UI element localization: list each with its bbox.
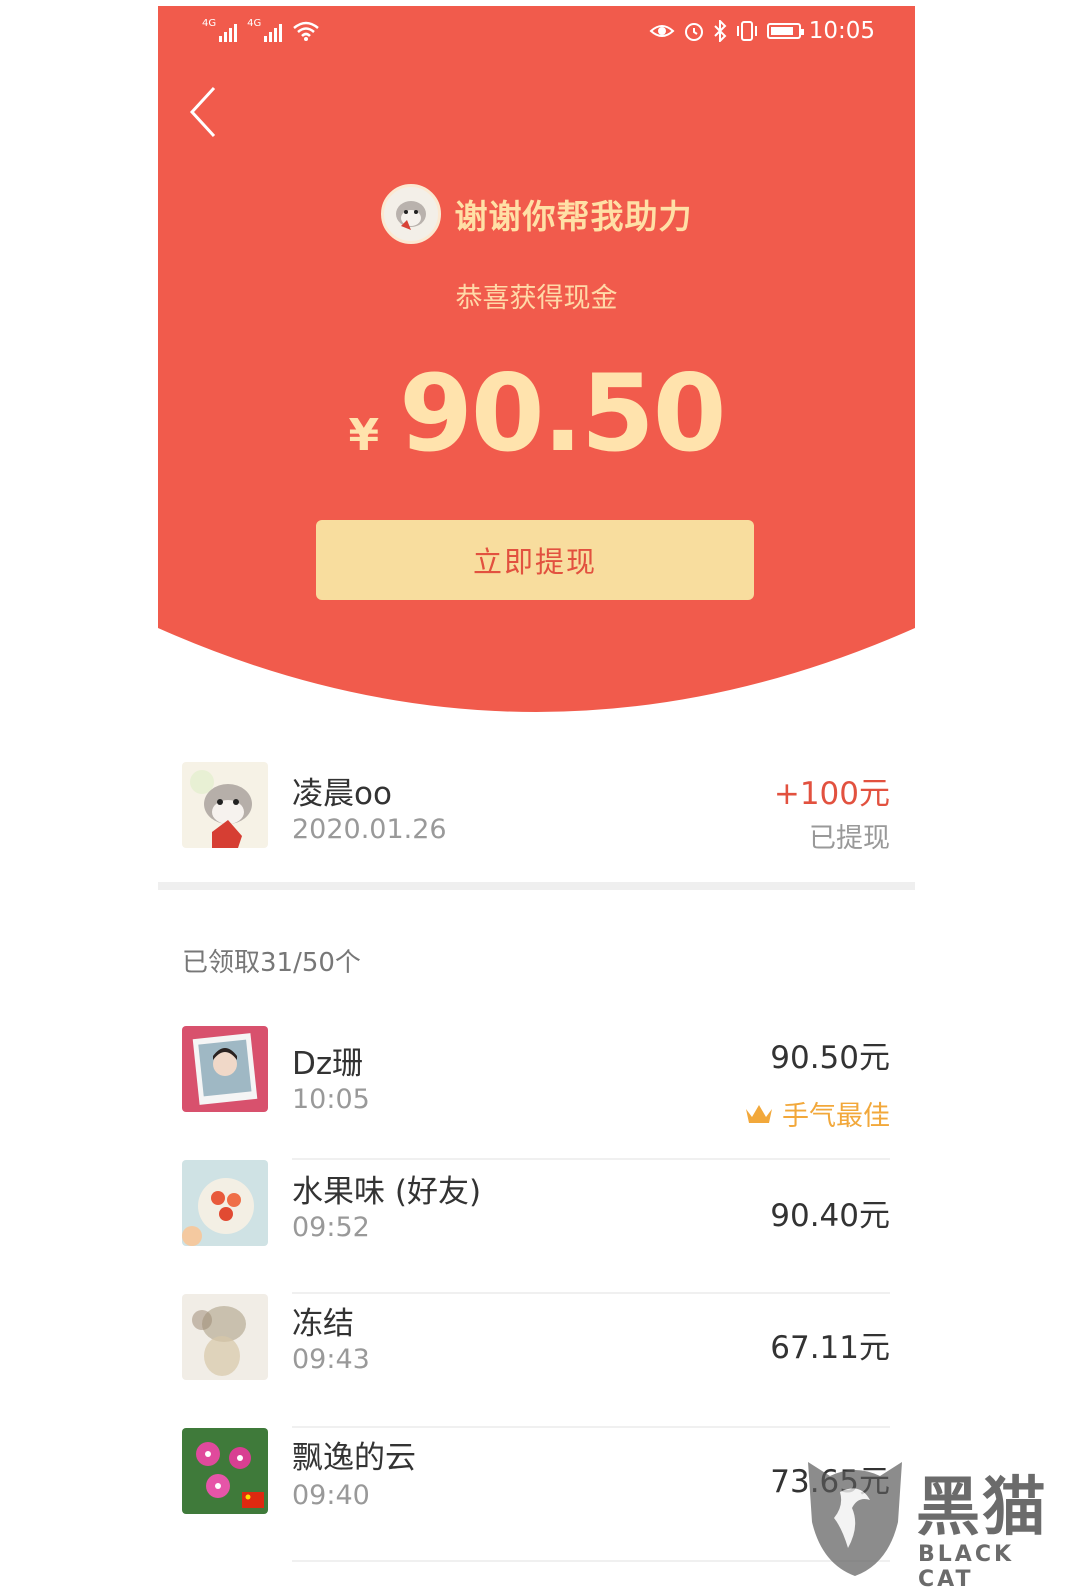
list-item-time: 09:52 <box>292 1212 370 1243</box>
list-item-time: 10:05 <box>292 1084 370 1115</box>
blackcat-watermark: 黑猫 BLACK CAT <box>800 1452 1080 1592</box>
bluetooth-icon <box>713 20 727 42</box>
watermark-text-en: BLACK CAT <box>918 1542 1015 1592</box>
section-divider <box>158 882 915 890</box>
list-item: Dz珊 10:05 90.50元 手气最佳 <box>182 1026 890 1160</box>
watermark-text-cn: 黑猫 <box>916 1471 1048 1545</box>
best-luck-badge: 手气最佳 <box>744 1094 890 1133</box>
list-item: 水果味 (好友) 09:52 90.40元 <box>182 1160 890 1294</box>
avatar <box>182 1026 268 1112</box>
list-item-amount: 90.40元 <box>770 1198 890 1234</box>
withdraw-status: 已提现 <box>809 823 890 854</box>
photo-avatar-icon <box>182 1026 268 1112</box>
page-title: 谢谢你帮我助力 <box>454 197 693 236</box>
claimed-count: 已领取31/50个 <box>182 948 361 978</box>
alarm-icon <box>684 23 703 41</box>
list-item: 飘逸的云 09:40 73.65元 <box>182 1428 890 1562</box>
avatar <box>182 1294 268 1380</box>
best-luck-label: 手气最佳 <box>782 1101 890 1132</box>
flower-avatar-icon <box>182 1428 268 1514</box>
status-bar: 4G 4G 10:05 <box>158 18 915 48</box>
withdraw-button[interactable]: 立即提现 <box>316 520 754 600</box>
red-envelope-header: 4G 4G 10:05 谢谢你帮我助力 恭喜获得现金 ¥ 90.50 立即提现 <box>158 6 915 726</box>
sender-avatar <box>380 184 441 244</box>
list-item-name: 水果味 (好友) <box>292 1174 482 1210</box>
blackcat-logo-icon <box>808 1462 902 1576</box>
hamster-avatar-icon <box>182 762 268 848</box>
currency-symbol: ¥ <box>348 410 380 461</box>
avatar <box>182 1428 268 1514</box>
blurred-avatar-icon <box>182 1294 268 1380</box>
wifi-icon <box>293 21 320 41</box>
phone-screen: 4G 4G 10:05 谢谢你帮我助力 恭喜获得现金 ¥ 90.50 立即提现 … <box>158 6 915 1579</box>
list-item-amount: 90.50元 <box>770 1040 890 1076</box>
signal-icon: 4G <box>202 18 238 42</box>
crown-icon <box>746 1104 772 1123</box>
eye-icon <box>649 25 675 37</box>
congrats-subtitle: 恭喜获得现金 <box>455 283 618 314</box>
battery-icon <box>766 23 804 39</box>
vibrate-icon <box>736 21 757 41</box>
hamster-avatar-icon <box>395 201 426 230</box>
status-time: 10:05 <box>808 18 875 44</box>
title-row: 谢谢你帮我助力 <box>158 184 915 244</box>
list-item-time: 09:40 <box>292 1480 370 1511</box>
fruit-cake-avatar-icon <box>182 1160 268 1246</box>
avatar <box>182 1160 268 1246</box>
my-date: 2020.01.26 <box>292 814 447 845</box>
list-item-time: 09:43 <box>292 1344 370 1375</box>
user-avatar <box>182 762 268 848</box>
list-item-name: 冻结 <box>292 1306 354 1342</box>
cash-amount: ¥ 90.50 <box>158 352 915 475</box>
signal-icon: 4G <box>247 18 283 42</box>
list-item-amount: 67.11元 <box>770 1330 890 1366</box>
my-reward-row: 凌晨oo 2020.01.26 +100元 已提现 <box>182 762 890 854</box>
list-item-name: Dz珊 <box>292 1046 364 1082</box>
my-name: 凌晨oo <box>292 776 392 812</box>
back-button[interactable] <box>184 82 224 142</box>
list-item-name: 飘逸的云 <box>292 1440 416 1476</box>
chevron-left-icon <box>189 86 216 138</box>
amount-value: 90.50 <box>399 352 726 475</box>
list-item: 冻结 09:43 67.11元 <box>182 1294 890 1428</box>
my-reward-amount: +100元 <box>773 776 890 812</box>
